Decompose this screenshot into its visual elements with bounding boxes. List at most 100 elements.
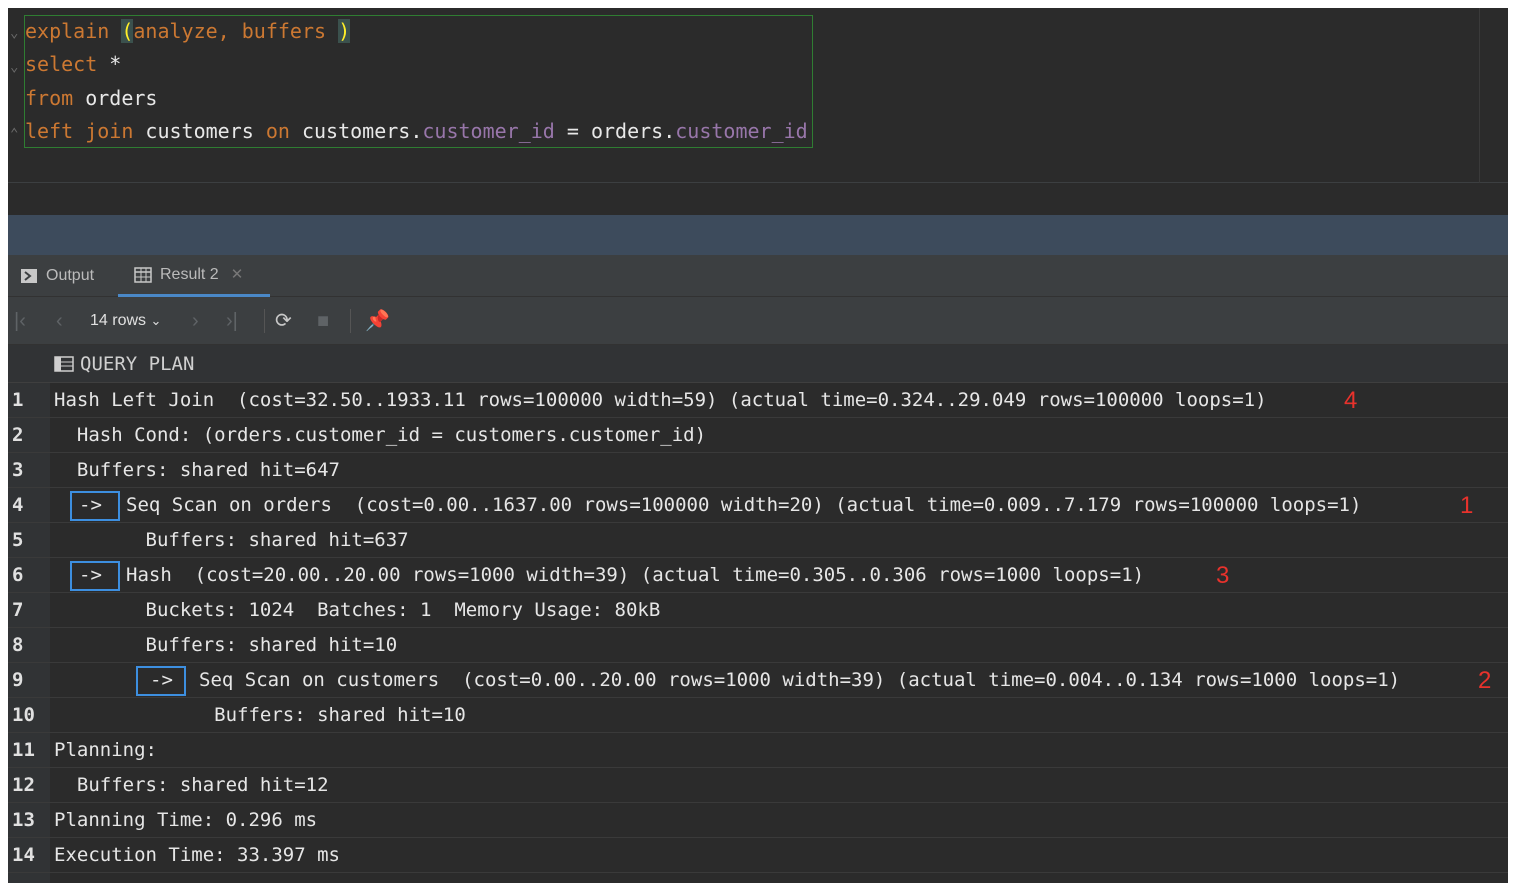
table-row[interactable]: 12 Buffers: shared hit=12	[8, 768, 1508, 803]
annotation-number: 3	[1216, 562, 1230, 589]
keyword: explain	[25, 19, 110, 43]
panel-splitter[interactable]	[8, 215, 1508, 255]
code-text: customers.	[289, 119, 423, 143]
code-text: *	[97, 52, 122, 76]
console-icon	[21, 269, 37, 283]
row-number: 12	[12, 774, 35, 796]
plan-cell[interactable]: Buffers: shared hit=637	[54, 523, 409, 558]
first-page-icon[interactable]: |‹	[14, 297, 26, 345]
pin-icon[interactable]: 📌	[365, 297, 390, 345]
plan-arrow: ->	[79, 494, 102, 516]
tab-result-2[interactable]: Result 2 ✕	[118, 255, 270, 297]
plan-cell[interactable]: Hash (cost=20.00..20.00 rows=1000 width=…	[126, 558, 1144, 593]
row-number: 8	[12, 634, 24, 656]
row-number: 11	[12, 739, 35, 761]
previous-page-icon[interactable]: ‹	[56, 297, 63, 345]
plan-cell[interactable]: Hash Left Join (cost=32.50..1933.11 rows…	[54, 383, 1267, 418]
close-icon[interactable]: ✕	[231, 254, 244, 296]
sql-editor[interactable]: ⌄ ⌄ ⌃ explain (analyze, buffers ) select…	[8, 8, 1508, 183]
plan-cell[interactable]: Hash Cond: (orders.customer_id = custome…	[54, 418, 706, 453]
editor-bottom-area	[8, 183, 1508, 215]
row-number: 3	[12, 459, 24, 481]
table-row[interactable]: 5 Buffers: shared hit=637	[8, 523, 1508, 558]
toolbar-divider	[350, 309, 351, 333]
paren: )	[338, 19, 351, 43]
table-row[interactable]: 10 Buffers: shared hit=10	[8, 698, 1508, 733]
plan-arrow: ->	[79, 564, 102, 586]
refresh-icon[interactable]: ⟳	[275, 297, 292, 345]
fold-marker-icon[interactable]: ⌄	[10, 24, 22, 42]
table-row[interactable]: 6 -> Hash (cost=20.00..20.00 rows=1000 w…	[8, 558, 1508, 593]
plan-cell[interactable]: Planning Time: 0.296 ms	[54, 803, 317, 838]
tab-output[interactable]: Output	[20, 255, 94, 297]
row-number: 6	[12, 564, 24, 586]
plan-cell[interactable]: Buckets: 1024 Batches: 1 Memory Usage: 8…	[54, 593, 661, 628]
plan-cell[interactable]: Seq Scan on orders (cost=0.00..1637.00 r…	[126, 488, 1361, 523]
table-row[interactable]: 13 Planning Time: 0.296 ms	[8, 803, 1508, 838]
keyword: from	[25, 86, 74, 110]
column-header-label: QUERY PLAN	[54, 345, 194, 383]
tab-output-label: Output	[46, 267, 95, 284]
paren: (	[121, 19, 134, 43]
field-name: customer_id	[422, 119, 555, 143]
field-name: customer_id	[675, 119, 808, 143]
plan-cell[interactable]: Buffers: shared hit=647	[54, 453, 340, 488]
column-icon	[54, 356, 74, 372]
table-row[interactable]: 7 Buckets: 1024 Batches: 1 Memory Usage:…	[8, 593, 1508, 628]
fold-marker-icon[interactable]: ⌄	[10, 58, 22, 76]
rows-count-dropdown[interactable]: 14 rows ⌄	[90, 297, 161, 345]
plan-cell[interactable]: Buffers: shared hit=12	[54, 768, 329, 803]
table-icon	[134, 266, 152, 283]
toolbar-divider	[264, 309, 265, 333]
code-line-3[interactable]: from orders	[25, 82, 157, 115]
code-line-2[interactable]: select *	[25, 48, 121, 81]
annotation-number: 4	[1344, 387, 1358, 414]
ide-window: ⌄ ⌄ ⌃ explain (analyze, buffers ) select…	[8, 8, 1508, 883]
code-line-4[interactable]: left join customers on customers.custome…	[25, 115, 808, 148]
code-text: = orders.	[554, 119, 676, 143]
column-header[interactable]: QUERY PLAN	[8, 345, 1508, 383]
table-row[interactable]: 4 -> Seq Scan on orders (cost=0.00..1637…	[8, 488, 1508, 523]
keyword: select	[25, 52, 98, 76]
row-number: 4	[12, 494, 24, 516]
stop-icon[interactable]: ■	[317, 297, 329, 345]
tab-result-label: Result 2	[160, 265, 219, 283]
results-tab-bar: Output Result 2 ✕	[8, 255, 1508, 297]
table-row[interactable]: 11 Planning:	[8, 733, 1508, 768]
row-number: 7	[12, 599, 24, 621]
column-header-text: QUERY PLAN	[80, 353, 195, 375]
table-row[interactable]: 3 Buffers: shared hit=647	[8, 453, 1508, 488]
table-row[interactable]: 14 Execution Time: 33.397 ms	[8, 838, 1508, 873]
row-number: 9	[12, 669, 24, 691]
results-toolbar: |‹ ‹ 14 rows ⌄ › ›| ⟳ ■ 📌	[8, 297, 1508, 345]
annotation-number: 2	[1478, 667, 1492, 694]
keyword: left join	[25, 119, 134, 143]
next-page-icon[interactable]: ›	[192, 297, 199, 345]
code-text: analyze, buffers	[133, 19, 327, 43]
chevron-down-icon: ⌄	[150, 313, 162, 328]
row-number: 14	[12, 844, 35, 866]
plan-cell[interactable]: Planning:	[54, 733, 157, 768]
row-number: 13	[12, 809, 35, 831]
code-line-1[interactable]: explain (analyze, buffers )	[25, 15, 351, 48]
row-number: 1	[12, 389, 24, 411]
code-text: orders	[73, 86, 158, 110]
fold-marker-icon[interactable]: ⌃	[10, 125, 22, 143]
right-margin-guide	[1479, 8, 1480, 183]
plan-cell[interactable]: Seq Scan on customers (cost=0.00..20.00 …	[199, 663, 1400, 698]
table-row[interactable]: 8 Buffers: shared hit=10	[8, 628, 1508, 663]
row-number: 10	[12, 704, 35, 726]
code-text: customers	[133, 119, 266, 143]
row-number: 5	[12, 529, 24, 551]
plan-arrow: ->	[150, 669, 173, 691]
table-row[interactable]: 1 Hash Left Join (cost=32.50..1933.11 ro…	[8, 383, 1508, 418]
last-page-icon[interactable]: ›|	[226, 297, 238, 345]
plan-cell[interactable]: Buffers: shared hit=10	[54, 628, 398, 663]
keyword: on	[265, 119, 290, 143]
row-number: 2	[12, 424, 24, 446]
table-row[interactable]: 9 -> Seq Scan on customers (cost=0.00..2…	[8, 663, 1508, 698]
plan-cell[interactable]: Execution Time: 33.397 ms	[54, 838, 340, 873]
plan-cell[interactable]: Buffers: shared hit=10	[54, 698, 466, 733]
table-row[interactable]: 2 Hash Cond: (orders.customer_id = custo…	[8, 418, 1508, 453]
annotation-number: 1	[1460, 492, 1474, 519]
